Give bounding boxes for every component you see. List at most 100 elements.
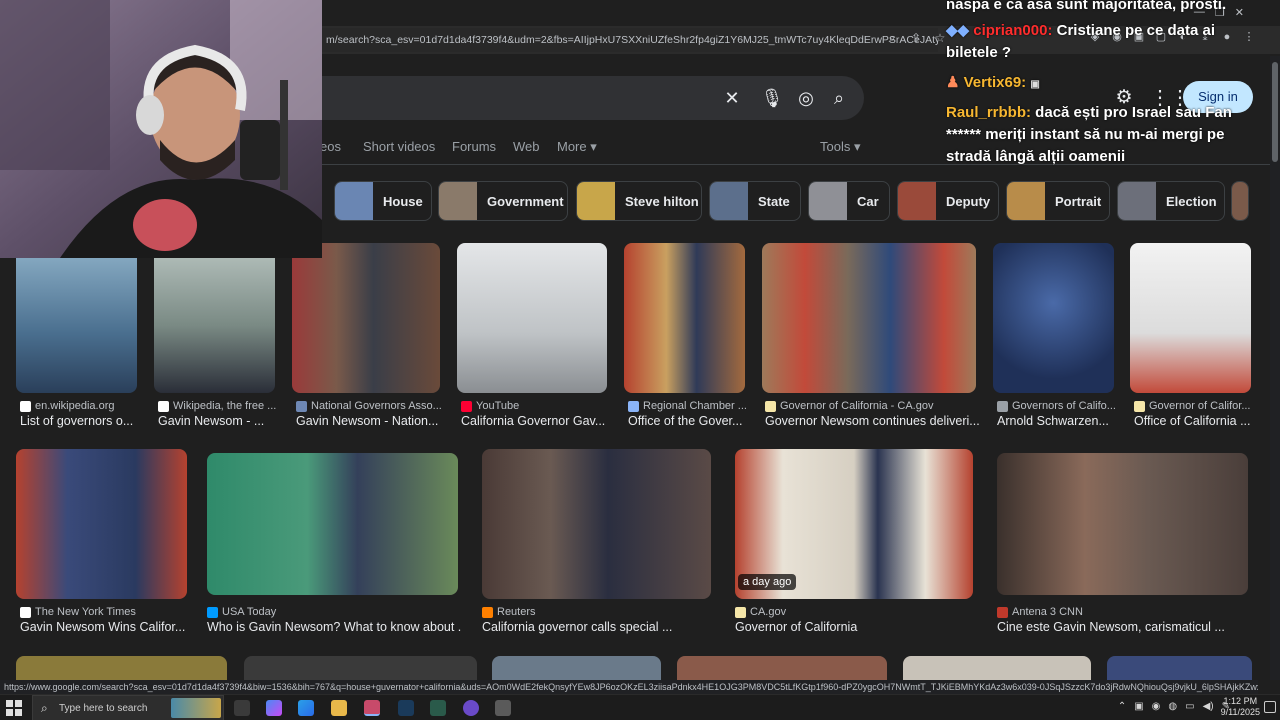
- steam-icon[interactable]: [398, 700, 414, 716]
- image-result[interactable]: [482, 449, 711, 599]
- chat-username: ciprian000:: [973, 22, 1053, 39]
- result-source: Governor of Califor...: [1134, 400, 1250, 412]
- chip-car[interactable]: Car: [808, 181, 890, 221]
- favicon-icon: [482, 606, 493, 618]
- chip-partial[interactable]: [1231, 181, 1249, 221]
- image-result[interactable]: [624, 243, 745, 393]
- result-title[interactable]: California governor calls special ...: [482, 620, 712, 634]
- source-label: The New York Times: [35, 606, 136, 618]
- image-result[interactable]: [1130, 243, 1251, 393]
- result-title[interactable]: Governor Newsom continues deliveri...: [765, 414, 980, 428]
- chat-message: Raul_rrbbb: dacă ești pro Israel sau Fan…: [946, 102, 1246, 168]
- chip-label: Government: [487, 193, 564, 209]
- chip-thumbnail: [577, 182, 615, 220]
- address-bar[interactable]: m/search?sca_esv=01d7d1da4f3739f4&udm=2&…: [318, 28, 938, 52]
- image-result[interactable]: [16, 449, 187, 599]
- image-result[interactable]: [677, 656, 887, 680]
- file-explorer-icon[interactable]: [331, 700, 347, 716]
- lens-icon[interactable]: ◎: [794, 86, 818, 110]
- image-result[interactable]: [207, 453, 458, 595]
- tab-short-videos[interactable]: Short videos: [363, 139, 435, 154]
- source-label: Governor of Califor...: [1149, 400, 1250, 412]
- chip-house[interactable]: House: [334, 181, 432, 221]
- microphone-icon[interactable]: 🎙: [760, 86, 784, 110]
- image-result[interactable]: [457, 243, 607, 393]
- app-icon[interactable]: [495, 700, 511, 716]
- tab-forums[interactable]: Forums: [452, 139, 496, 154]
- image-result[interactable]: [16, 656, 227, 680]
- image-result[interactable]: [244, 656, 477, 680]
- chip-steve-hilton[interactable]: Steve hilton: [576, 181, 702, 221]
- chip-election[interactable]: Election: [1117, 181, 1225, 221]
- tab-more[interactable]: More ▾: [557, 139, 597, 155]
- discord-icon[interactable]: [463, 700, 479, 716]
- system-clock[interactable]: 1:12 PM 9/11/2025: [1221, 696, 1260, 718]
- result-title[interactable]: Who is Gavin Newsom? What to know about …: [207, 620, 462, 634]
- chip-government[interactable]: Government: [438, 181, 568, 221]
- result-source: Governors of Califo...: [997, 400, 1122, 412]
- result-title[interactable]: Office of the Gover...: [628, 414, 753, 428]
- tray-app-icon[interactable]: ▣: [1134, 701, 1143, 712]
- result-title[interactable]: List of governors o...: [20, 414, 145, 428]
- webcam-overlay: [0, 0, 322, 258]
- chat-message: naspa e ca asa sunt majoritatea, prosti.: [946, 0, 1246, 16]
- chat-username: Vertix69:: [963, 74, 1027, 91]
- chat-emote-icon: ▣: [1030, 79, 1040, 90]
- tray-app-icon[interactable]: ◉: [1152, 701, 1161, 712]
- result-title[interactable]: Gavin Newsom - Nation...: [296, 414, 442, 428]
- taskbar-search-input[interactable]: ⌕ Type here to search: [32, 695, 224, 720]
- search-icon[interactable]: ⌕: [827, 86, 851, 110]
- volume-icon[interactable]: ◀): [1203, 701, 1214, 712]
- search-input[interactable]: ✕ 🎙 ◎ ⌕: [290, 76, 864, 120]
- result-title[interactable]: Arnold Schwarzen...: [997, 414, 1122, 428]
- copilot-icon[interactable]: [266, 700, 282, 716]
- image-result[interactable]: [997, 453, 1248, 595]
- edge-icon[interactable]: [298, 700, 314, 716]
- image-result[interactable]: [16, 243, 137, 393]
- image-result[interactable]: [993, 243, 1114, 393]
- result-source: Regional Chamber ...: [628, 400, 753, 412]
- task-view-icon[interactable]: [234, 700, 250, 716]
- chip-portrait[interactable]: Portrait: [1006, 181, 1110, 221]
- tab-videos[interactable]: eos: [320, 139, 341, 154]
- windows-start-icon[interactable]: [6, 700, 22, 716]
- tab-web[interactable]: Web: [513, 139, 540, 154]
- chevron-up-icon[interactable]: ⌃: [1118, 701, 1126, 712]
- favicon-icon: [158, 400, 169, 412]
- image-result[interactable]: [903, 656, 1091, 680]
- tray-app-icon[interactable]: ◍: [1168, 701, 1177, 712]
- browser-app-icon[interactable]: [364, 700, 380, 716]
- result-source: National Governors Asso...: [296, 400, 442, 412]
- favicon-icon: [765, 400, 776, 412]
- result-title[interactable]: Cine este Gavin Newsom, carismaticul ...: [997, 620, 1252, 634]
- chip-thumbnail: [1007, 182, 1045, 220]
- image-result[interactable]: [1107, 656, 1252, 680]
- result-source: Antena 3 CNN: [997, 606, 1252, 618]
- tools-button[interactable]: Tools ▾: [820, 139, 861, 155]
- image-result[interactable]: [762, 243, 976, 393]
- result-title[interactable]: California Governor Gav...: [461, 414, 611, 428]
- chip-label: State: [758, 193, 790, 209]
- favicon-icon: [296, 400, 307, 412]
- image-result[interactable]: [154, 243, 275, 393]
- favicon-icon: [207, 606, 218, 618]
- clear-icon[interactable]: ✕: [720, 86, 744, 110]
- result-title[interactable]: Governor of California: [735, 620, 973, 634]
- chip-deputy[interactable]: Deputy: [897, 181, 999, 221]
- result-title[interactable]: Gavin Newsom Wins Califor...: [20, 620, 190, 634]
- scrollbar-thumb[interactable]: [1272, 62, 1278, 162]
- streamer-webcam-image: [0, 0, 322, 258]
- notification-icon[interactable]: [1264, 701, 1276, 713]
- result-title[interactable]: Office of California ...: [1134, 414, 1250, 428]
- result-title[interactable]: Gavin Newsom - ...: [158, 414, 283, 428]
- share-icon[interactable]: ⇪: [908, 30, 924, 46]
- chat-text: naspa e ca asa sunt majoritatea, prosti.: [946, 0, 1227, 13]
- image-result[interactable]: [492, 656, 661, 680]
- chip-state[interactable]: State: [709, 181, 801, 221]
- terminal-icon[interactable]: [430, 700, 446, 716]
- favicon-icon: [20, 400, 31, 412]
- result-source: The New York Times: [20, 606, 190, 618]
- image-result[interactable]: [292, 243, 440, 393]
- network-icon[interactable]: ▭: [1185, 701, 1194, 712]
- zoom-icon[interactable]: ⌕: [884, 30, 900, 46]
